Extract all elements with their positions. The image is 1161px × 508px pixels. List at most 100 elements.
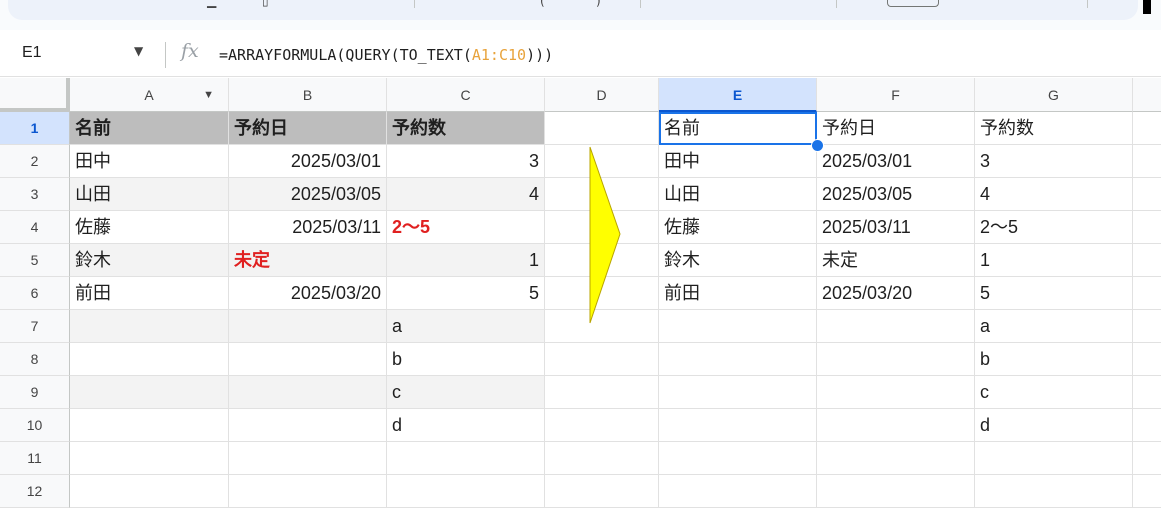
cell-g12[interactable] <box>975 475 1133 508</box>
column-header-d[interactable]: D <box>545 78 659 112</box>
cell-h12[interactable] <box>1133 475 1161 508</box>
cell-g2[interactable]: 3 <box>975 145 1133 178</box>
row-header-10[interactable]: 10 <box>0 409 70 442</box>
cell-h5[interactable] <box>1133 244 1161 277</box>
row-header-3[interactable]: 3 <box>0 178 70 211</box>
row-header-4[interactable]: 4 <box>0 211 70 244</box>
cell-c9[interactable]: c <box>387 376 545 409</box>
cell-a12[interactable] <box>70 475 229 508</box>
cell-c6[interactable]: 5 <box>387 277 545 310</box>
cell-f4[interactable]: 2025/03/11 <box>817 211 975 244</box>
cell-a1[interactable]: 名前 <box>70 112 229 145</box>
name-box[interactable]: E1 <box>22 44 42 62</box>
column-header-g[interactable]: G <box>975 78 1133 112</box>
cell-c2[interactable]: 3 <box>387 145 545 178</box>
cell-e3[interactable]: 山田 <box>659 178 817 211</box>
cell-e4[interactable]: 佐藤 <box>659 211 817 244</box>
cell-b4[interactable]: 2025/03/11 <box>229 211 387 244</box>
column-header-h[interactable] <box>1133 78 1161 112</box>
cell-f1[interactable]: 予約日 <box>817 112 975 145</box>
cell-d1[interactable] <box>545 112 659 145</box>
column-header-e[interactable]: E <box>659 78 817 112</box>
cell-b1[interactable]: 予約日 <box>229 112 387 145</box>
cell-e12[interactable] <box>659 475 817 508</box>
cell-b11[interactable] <box>229 442 387 475</box>
cell-b8[interactable] <box>229 343 387 376</box>
cell-b12[interactable] <box>229 475 387 508</box>
toolbar-icon[interactable]: ▁ <box>207 0 216 8</box>
cell-d10[interactable] <box>545 409 659 442</box>
cell-d8[interactable] <box>545 343 659 376</box>
toolbar-button[interactable] <box>887 0 939 7</box>
cell-a4[interactable]: 佐藤 <box>70 211 229 244</box>
cell-f12[interactable] <box>817 475 975 508</box>
cell-c11[interactable] <box>387 442 545 475</box>
column-header-a[interactable]: A ▼ <box>70 78 229 112</box>
toolbar-icon[interactable]: ) <box>596 0 601 8</box>
cell-h4[interactable] <box>1133 211 1161 244</box>
column-header-c[interactable]: C <box>387 78 545 112</box>
cell-d9[interactable] <box>545 376 659 409</box>
row-header-8[interactable]: 8 <box>0 343 70 376</box>
cell-f7[interactable] <box>817 310 975 343</box>
cell-b2[interactable]: 2025/03/01 <box>229 145 387 178</box>
cell-g8[interactable]: b <box>975 343 1133 376</box>
cell-e8[interactable] <box>659 343 817 376</box>
cell-e1[interactable]: 名前 <box>659 112 817 145</box>
cell-a8[interactable] <box>70 343 229 376</box>
row-header-12[interactable]: 12 <box>0 475 70 508</box>
cell-a5[interactable]: 鈴木 <box>70 244 229 277</box>
row-header-6[interactable]: 6 <box>0 277 70 310</box>
cell-h1[interactable] <box>1133 112 1161 145</box>
fill-handle[interactable] <box>811 139 824 152</box>
cell-b9[interactable] <box>229 376 387 409</box>
cell-a11[interactable] <box>70 442 229 475</box>
cell-g10[interactable]: d <box>975 409 1133 442</box>
row-header-9[interactable]: 9 <box>0 376 70 409</box>
column-header-f[interactable]: F <box>817 78 975 112</box>
cell-h8[interactable] <box>1133 343 1161 376</box>
cell-e5[interactable]: 鈴木 <box>659 244 817 277</box>
cell-a3[interactable]: 山田 <box>70 178 229 211</box>
cell-f10[interactable] <box>817 409 975 442</box>
cell-g11[interactable] <box>975 442 1133 475</box>
cell-c8[interactable]: b <box>387 343 545 376</box>
cell-b10[interactable] <box>229 409 387 442</box>
cell-h9[interactable] <box>1133 376 1161 409</box>
cell-g3[interactable]: 4 <box>975 178 1133 211</box>
cell-c5[interactable]: 1 <box>387 244 545 277</box>
cell-a6[interactable]: 前田 <box>70 277 229 310</box>
cell-g5[interactable]: 1 <box>975 244 1133 277</box>
column-menu-icon[interactable]: ▼ <box>203 78 214 112</box>
cell-c4[interactable]: 2〜5 <box>387 211 545 244</box>
cell-f9[interactable] <box>817 376 975 409</box>
chevron-down-icon[interactable]: ▼ <box>134 44 143 58</box>
cell-e10[interactable] <box>659 409 817 442</box>
row-header-2[interactable]: 2 <box>0 145 70 178</box>
cell-c3[interactable]: 4 <box>387 178 545 211</box>
cell-a7[interactable] <box>70 310 229 343</box>
cell-f3[interactable]: 2025/03/05 <box>817 178 975 211</box>
cell-g6[interactable]: 5 <box>975 277 1133 310</box>
cell-f8[interactable] <box>817 343 975 376</box>
cell-g4[interactable]: 2〜5 <box>975 211 1133 244</box>
formula-input[interactable]: =ARRAYFORMULA(QUERY(TO_TEXT(A1:C10))) <box>219 46 553 64</box>
cell-e9[interactable] <box>659 376 817 409</box>
cell-h2[interactable] <box>1133 145 1161 178</box>
row-header-11[interactable]: 11 <box>0 442 70 475</box>
cell-f6[interactable]: 2025/03/20 <box>817 277 975 310</box>
cell-a2[interactable]: 田中 <box>70 145 229 178</box>
cell-g7[interactable]: a <box>975 310 1133 343</box>
toolbar-icon[interactable]: ▯ <box>262 0 269 8</box>
right-arrow-shape[interactable] <box>589 145 623 325</box>
cell-a9[interactable] <box>70 376 229 409</box>
cell-h3[interactable] <box>1133 178 1161 211</box>
row-header-5[interactable]: 5 <box>0 244 70 277</box>
cell-c12[interactable] <box>387 475 545 508</box>
cell-f11[interactable] <box>817 442 975 475</box>
cell-f5[interactable]: 未定 <box>817 244 975 277</box>
cell-g1[interactable]: 予約数 <box>975 112 1133 145</box>
cell-e2[interactable]: 田中 <box>659 145 817 178</box>
cell-h7[interactable] <box>1133 310 1161 343</box>
cell-c7[interactable]: a <box>387 310 545 343</box>
